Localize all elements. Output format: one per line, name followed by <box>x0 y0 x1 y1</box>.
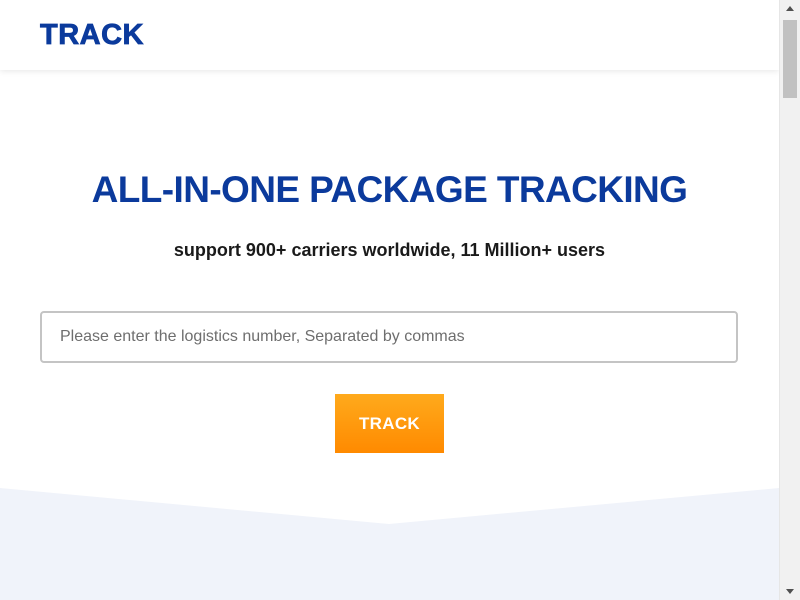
triangle-down-icon <box>786 589 794 594</box>
hero-title: ALL-IN-ONE PACKAGE TRACKING <box>91 169 688 210</box>
tracking-number-input[interactable] <box>40 311 738 363</box>
hero-subtitle: support 900+ carriers worldwide, 11 Mill… <box>173 240 606 260</box>
scroll-up-arrow[interactable] <box>780 0 800 17</box>
site-header: TRACK <box>0 0 779 70</box>
triangle-up-icon <box>786 6 794 11</box>
vertical-scrollbar[interactable] <box>779 0 800 600</box>
scroll-thumb[interactable] <box>783 20 797 98</box>
band-shape <box>0 488 779 600</box>
scroll-down-arrow[interactable] <box>780 583 800 600</box>
bottom-band-background <box>0 488 779 600</box>
track-button[interactable]: TRACK <box>335 394 444 453</box>
page: TRACK ALL-IN-ONE PACKAGE TRACKING suppor… <box>0 0 800 600</box>
site-logo[interactable]: TRACK <box>40 17 144 53</box>
viewport: TRACK ALL-IN-ONE PACKAGE TRACKING suppor… <box>0 0 779 600</box>
